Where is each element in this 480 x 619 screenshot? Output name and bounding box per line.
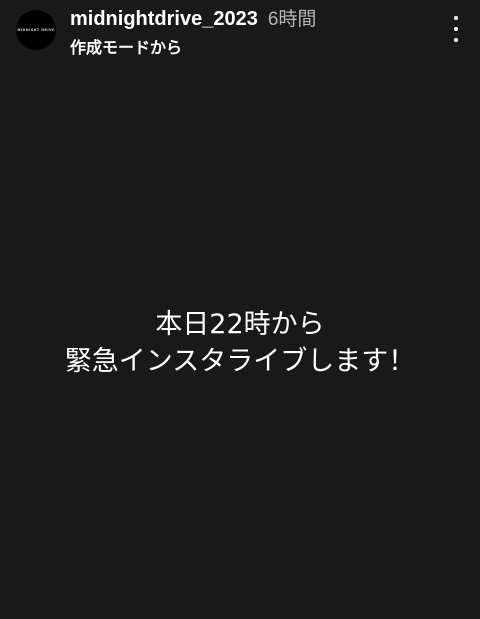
story-subtitle: 作成モードから [70, 38, 183, 57]
story-header: MIDNIGHT DRIVE midnightdrive_2023 6時間 作成… [0, 0, 480, 60]
caption-line: 本日22時から [155, 309, 325, 340]
dot-icon [454, 38, 458, 42]
story-caption: 本日22時から 緊急インスタライブします！ [0, 306, 480, 380]
story-meta-line: midnightdrive_2023 6時間 [70, 4, 316, 31]
dot-icon [454, 16, 458, 20]
avatar[interactable]: MIDNIGHT DRIVE [16, 10, 56, 50]
story-viewer[interactable]: MIDNIGHT DRIVE midnightdrive_2023 6時間 作成… [0, 0, 480, 619]
dot-icon [454, 27, 458, 31]
caption-line: 緊急インスタライブします！ [64, 346, 416, 377]
avatar-logo-text: MIDNIGHT DRIVE [17, 28, 55, 32]
post-time: 6時間 [267, 9, 317, 30]
more-options-button[interactable] [450, 16, 462, 42]
story-meta: midnightdrive_2023 6時間 作成モードから [70, 4, 316, 58]
more-vertical-icon [454, 16, 458, 42]
username-link[interactable]: midnightdrive_2023 [70, 8, 258, 31]
